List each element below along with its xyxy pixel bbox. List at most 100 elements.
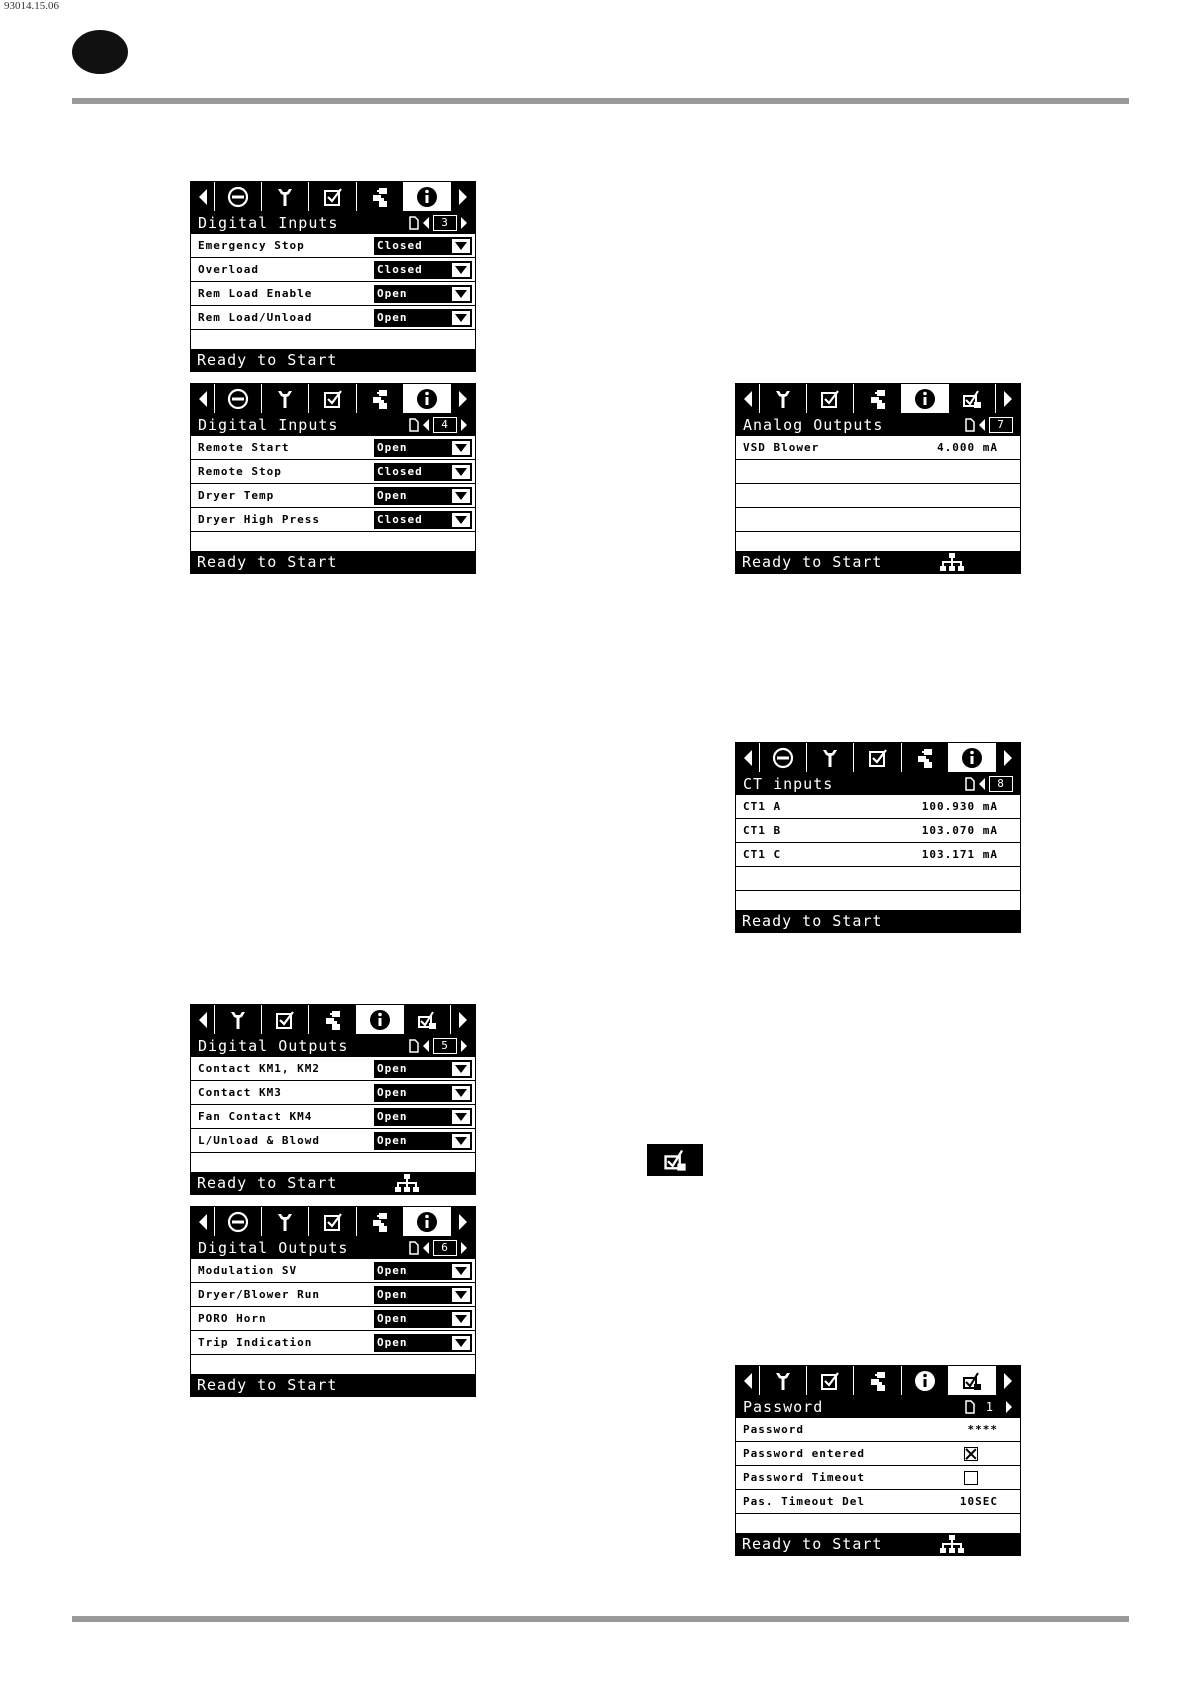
- network-icon[interactable]: [901, 743, 949, 772]
- list-item[interactable]: Fan Contact KM4 Open: [191, 1105, 475, 1129]
- nav-right-icon[interactable]: [451, 384, 475, 413]
- list-item[interactable]: Emergency Stop Closed: [191, 234, 475, 258]
- list-item[interactable]: Dryer High Press Closed: [191, 508, 475, 532]
- nav-left-icon[interactable]: [191, 182, 215, 211]
- value-dropdown[interactable]: Open: [374, 284, 472, 303]
- list-item[interactable]: Overload Closed: [191, 258, 475, 282]
- checklist-icon[interactable]: [807, 1366, 855, 1395]
- wrench-icon[interactable]: [262, 384, 310, 413]
- value-dropdown[interactable]: Closed: [374, 236, 472, 255]
- network-icon[interactable]: [854, 384, 902, 413]
- list-item[interactable]: L/Unload & Blowd Open: [191, 1129, 475, 1153]
- password-value[interactable]: ****: [968, 1423, 1021, 1436]
- list-item[interactable]: Rem Load/Unload Open: [191, 306, 475, 330]
- network-icon[interactable]: [356, 182, 404, 211]
- network-icon[interactable]: [356, 384, 404, 413]
- info-icon[interactable]: [901, 384, 949, 413]
- value-dropdown[interactable]: Open: [374, 1309, 472, 1328]
- info-icon[interactable]: [356, 1005, 404, 1034]
- checklist-icon[interactable]: [309, 182, 357, 211]
- list-item[interactable]: Pas. Timeout Del 10SEC: [736, 1490, 1020, 1514]
- pager[interactable]: 7: [965, 417, 1013, 433]
- info-icon[interactable]: [403, 1207, 452, 1236]
- nav-right-icon[interactable]: [451, 1207, 475, 1236]
- checklist-icon[interactable]: [807, 384, 855, 413]
- info-icon[interactable]: [403, 384, 452, 413]
- value-dropdown[interactable]: Open: [374, 1107, 472, 1126]
- value-dropdown[interactable]: Open: [374, 1285, 472, 1304]
- value-dropdown[interactable]: Open: [374, 1333, 472, 1352]
- network-icon[interactable]: [356, 1207, 404, 1236]
- pager[interactable]: 4: [409, 417, 468, 433]
- nav-left-icon[interactable]: [736, 743, 760, 772]
- list-item[interactable]: Trip Indication Open: [191, 1331, 475, 1355]
- nav-right-icon[interactable]: [996, 1366, 1020, 1395]
- info-icon[interactable]: [948, 743, 997, 772]
- list-item[interactable]: Password Timeout: [736, 1466, 1020, 1490]
- page-prev-icon[interactable]: [422, 418, 430, 432]
- list-item[interactable]: VSD Blower 4.000 mA: [736, 436, 1020, 460]
- timeout-delay-value[interactable]: 10SEC: [960, 1495, 1020, 1508]
- info-icon[interactable]: [403, 182, 452, 211]
- network-icon[interactable]: [854, 1366, 902, 1395]
- list-item[interactable]: Remote Stop Closed: [191, 460, 475, 484]
- password-entered-checkbox[interactable]: [964, 1446, 978, 1461]
- nav-right-icon[interactable]: [451, 1005, 475, 1034]
- pager[interactable]: 8: [965, 776, 1013, 792]
- nav-right-icon[interactable]: [996, 743, 1020, 772]
- value-dropdown[interactable]: Open: [374, 1131, 472, 1150]
- checklist-icon[interactable]: [854, 743, 902, 772]
- network-icon[interactable]: [309, 1005, 357, 1034]
- stop-icon[interactable]: [215, 384, 263, 413]
- stop-icon[interactable]: [215, 1207, 263, 1236]
- info-icon[interactable]: [901, 1366, 949, 1395]
- list-item[interactable]: CT1 B 103.070 mA: [736, 819, 1020, 843]
- list-item[interactable]: Dryer/Blower Run Open: [191, 1283, 475, 1307]
- page-prev-icon[interactable]: [422, 1039, 430, 1053]
- checklist-icon[interactable]: [262, 1005, 310, 1034]
- value-dropdown[interactable]: Open: [374, 308, 472, 327]
- list-item[interactable]: Rem Load Enable Open: [191, 282, 475, 306]
- page-prev-icon[interactable]: [422, 216, 430, 230]
- list-item[interactable]: PORO Horn Open: [191, 1307, 475, 1331]
- nav-left-icon[interactable]: [191, 1207, 215, 1236]
- settings-icon[interactable]: [948, 1366, 997, 1395]
- wrench-icon[interactable]: [760, 384, 808, 413]
- list-item[interactable]: Dryer Temp Open: [191, 484, 475, 508]
- pager[interactable]: 3: [409, 215, 468, 231]
- page-prev-icon[interactable]: [422, 1241, 430, 1255]
- pager[interactable]: 5: [409, 1038, 468, 1054]
- value-dropdown[interactable]: Closed: [374, 510, 472, 529]
- settings-icon[interactable]: [948, 384, 997, 413]
- stop-icon[interactable]: [215, 182, 263, 211]
- stop-icon[interactable]: [760, 743, 808, 772]
- value-dropdown[interactable]: Open: [374, 438, 472, 457]
- wrench-icon[interactable]: [262, 182, 310, 211]
- nav-right-icon[interactable]: [451, 182, 475, 211]
- checklist-icon[interactable]: [309, 1207, 357, 1236]
- value-dropdown[interactable]: Open: [374, 486, 472, 505]
- wrench-icon[interactable]: [760, 1366, 808, 1395]
- page-next-icon[interactable]: [1005, 1400, 1013, 1414]
- value-dropdown[interactable]: Open: [374, 1059, 472, 1078]
- list-item[interactable]: Modulation SV Open: [191, 1259, 475, 1283]
- wrench-icon[interactable]: [215, 1005, 263, 1034]
- value-dropdown[interactable]: Closed: [374, 462, 472, 481]
- nav-left-icon[interactable]: [191, 1005, 215, 1034]
- pager[interactable]: 6: [409, 1240, 468, 1256]
- list-item[interactable]: CT1 A 100.930 mA: [736, 795, 1020, 819]
- list-item[interactable]: Password ****: [736, 1418, 1020, 1442]
- wrench-icon[interactable]: [262, 1207, 310, 1236]
- list-item[interactable]: Remote Start Open: [191, 436, 475, 460]
- list-item[interactable]: Password entered: [736, 1442, 1020, 1466]
- page-next-icon[interactable]: [460, 418, 468, 432]
- nav-left-icon[interactable]: [736, 1366, 760, 1395]
- checklist-icon[interactable]: [309, 384, 357, 413]
- page-prev-icon[interactable]: [978, 777, 986, 791]
- list-item[interactable]: Contact KM3 Open: [191, 1081, 475, 1105]
- value-dropdown[interactable]: Closed: [374, 260, 472, 279]
- list-item[interactable]: CT1 C 103.171 mA: [736, 843, 1020, 867]
- wrench-icon[interactable]: [807, 743, 855, 772]
- nav-left-icon[interactable]: [191, 384, 215, 413]
- page-next-icon[interactable]: [460, 1241, 468, 1255]
